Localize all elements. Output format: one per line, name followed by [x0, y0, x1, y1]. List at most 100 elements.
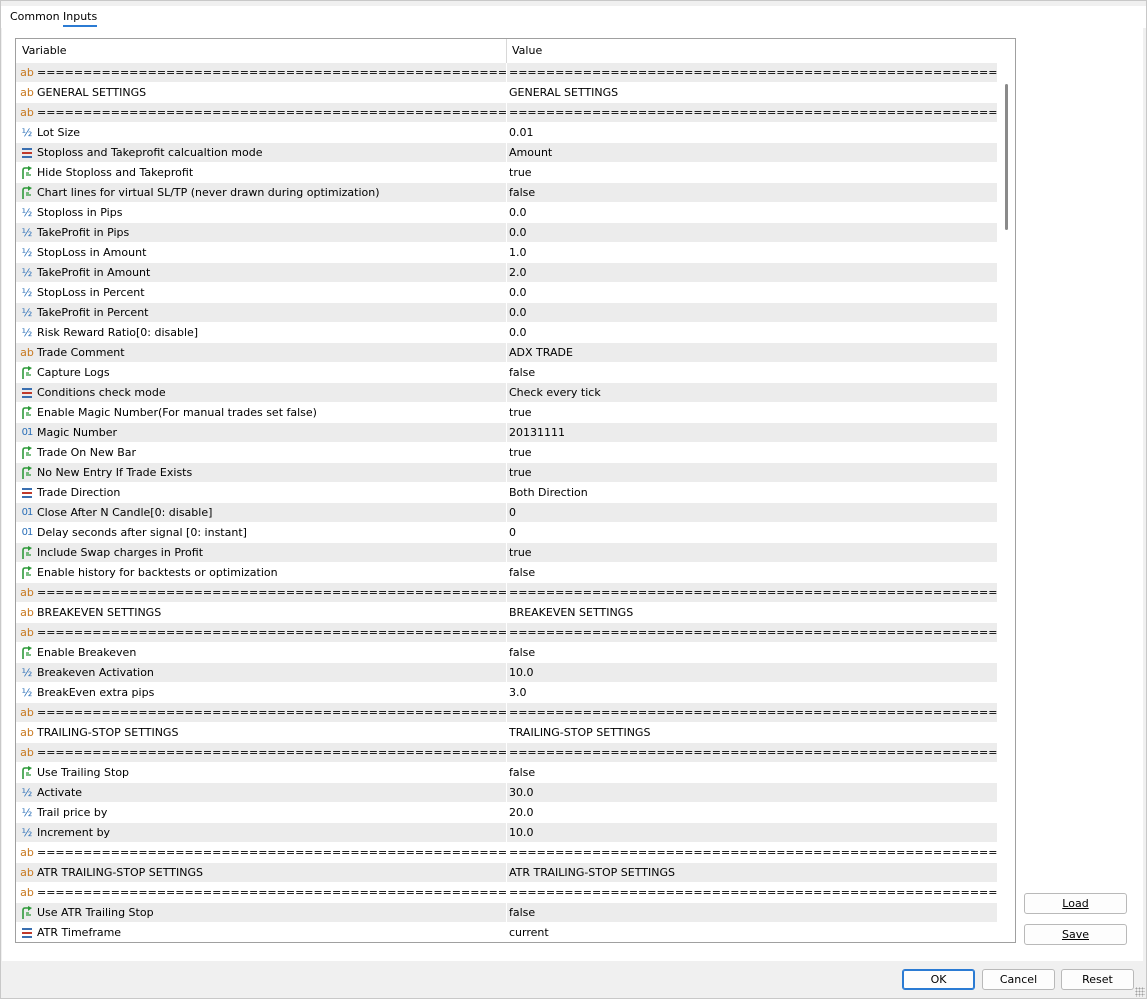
value-cell[interactable]: 30.0	[509, 783, 997, 803]
table-row[interactable]: ab BREAKEVEN SETTINGS BREAKEVEN SETTINGS	[16, 603, 997, 623]
table-row[interactable]: ATR Timeframe current	[16, 923, 997, 942]
table-row[interactable]: Enable Magic Number(For manual trades se…	[16, 403, 997, 423]
table-row[interactable]: ½ Increment by 10.0	[16, 823, 997, 843]
table-row[interactable]: Include Swap charges in Profit true	[16, 543, 997, 563]
table-row[interactable]: ab ======================================…	[16, 63, 997, 83]
table-row[interactable]: ½ Stoploss in Pips 0.0	[16, 203, 997, 223]
table-row[interactable]: Conditions check mode Check every tick	[16, 383, 997, 403]
resize-grip-icon[interactable]	[1135, 987, 1145, 997]
value-cell[interactable]: ========================================…	[509, 583, 997, 603]
variable-cell[interactable]: Trade Direction	[16, 483, 507, 503]
table-row[interactable]: ab ======================================…	[16, 583, 997, 603]
value-cell[interactable]: true	[509, 163, 997, 183]
value-cell[interactable]: ========================================…	[509, 623, 997, 643]
variable-cell[interactable]: ½ Breakeven Activation	[16, 663, 507, 683]
value-cell[interactable]: false	[509, 903, 997, 923]
variable-cell[interactable]: ab ======================================…	[16, 743, 507, 763]
variable-cell[interactable]: ab ======================================…	[16, 103, 507, 123]
table-row[interactable]: Trade Direction Both Direction	[16, 483, 997, 503]
variable-cell[interactable]: Capture Logs	[16, 363, 507, 383]
variable-cell[interactable]: ½ TakeProfit in Amount	[16, 263, 507, 283]
value-cell[interactable]: true	[509, 463, 997, 483]
variable-cell[interactable]: ab ======================================…	[16, 843, 507, 863]
value-cell[interactable]: BREAKEVEN SETTINGS	[509, 603, 997, 623]
table-row[interactable]: ½ Activate 30.0	[16, 783, 997, 803]
variable-cell[interactable]: Stoploss and Takeprofit calcualtion mode	[16, 143, 507, 163]
value-cell[interactable]: 1.0	[509, 243, 997, 263]
variable-cell[interactable]: ab ======================================…	[16, 63, 507, 83]
table-row[interactable]: ab ======================================…	[16, 843, 997, 863]
table-row[interactable]: ½ TakeProfit in Pips 0.0	[16, 223, 997, 243]
value-cell[interactable]: 3.0	[509, 683, 997, 703]
table-row[interactable]: ½ BreakEven extra pips 3.0	[16, 683, 997, 703]
value-cell[interactable]: 0.0	[509, 283, 997, 303]
variable-cell[interactable]: Enable history for backtests or optimiza…	[16, 563, 507, 583]
table-row[interactable]: ab GENERAL SETTINGS GENERAL SETTINGS	[16, 83, 997, 103]
table-row[interactable]: ab ======================================…	[16, 883, 997, 903]
variable-cell[interactable]: Conditions check mode	[16, 383, 507, 403]
value-cell[interactable]: 0.0	[509, 303, 997, 323]
value-cell[interactable]: true	[509, 403, 997, 423]
variable-cell[interactable]: ab BREAKEVEN SETTINGS	[16, 603, 507, 623]
ok-button[interactable]: OK	[902, 969, 975, 990]
vertical-scrollbar[interactable]	[998, 63, 1015, 942]
value-cell[interactable]: ========================================…	[509, 703, 997, 723]
variable-cell[interactable]: Enable Magic Number(For manual trades se…	[16, 403, 507, 423]
variable-cell[interactable]: Use Trailing Stop	[16, 763, 507, 783]
table-row[interactable]: No New Entry If Trade Exists true	[16, 463, 997, 483]
load-button[interactable]: Load	[1024, 893, 1127, 914]
value-cell[interactable]: false	[509, 763, 997, 783]
tab-inputs[interactable]: Inputs	[63, 9, 98, 27]
value-cell[interactable]: false	[509, 563, 997, 583]
variable-cell[interactable]: ab ======================================…	[16, 583, 507, 603]
table-row[interactable]: Chart lines for virtual SL/TP (never dra…	[16, 183, 997, 203]
table-row[interactable]: ab ======================================…	[16, 623, 997, 643]
table-row[interactable]: ab Trade Comment ADX TRADE	[16, 343, 997, 363]
table-row[interactable]: ½ TakeProfit in Percent 0.0	[16, 303, 997, 323]
value-cell[interactable]: 0.0	[509, 323, 997, 343]
variable-cell[interactable]: ab ======================================…	[16, 883, 507, 903]
table-row[interactable]: ½ Breakeven Activation 10.0	[16, 663, 997, 683]
variable-cell[interactable]: Trade On New Bar	[16, 443, 507, 463]
variable-cell[interactable]: ½ TakeProfit in Pips	[16, 223, 507, 243]
value-cell[interactable]: ========================================…	[509, 743, 997, 763]
table-row[interactable]: 01 Delay seconds after signal [0: instant…	[16, 523, 997, 543]
variable-cell[interactable]: ½ StopLoss in Percent	[16, 283, 507, 303]
value-cell[interactable]: 0.0	[509, 203, 997, 223]
variable-cell[interactable]: ab GENERAL SETTINGS	[16, 83, 507, 103]
table-row[interactable]: Use ATR Trailing Stop false	[16, 903, 997, 923]
tab-common[interactable]: Common	[10, 9, 60, 27]
value-cell[interactable]: ========================================…	[509, 63, 997, 83]
variable-cell[interactable]: ATR Timeframe	[16, 923, 507, 942]
variable-cell[interactable]: Use ATR Trailing Stop	[16, 903, 507, 923]
variable-cell[interactable]: ab ======================================…	[16, 623, 507, 643]
variable-cell[interactable]: Enable Breakeven	[16, 643, 507, 663]
value-cell[interactable]: GENERAL SETTINGS	[509, 83, 997, 103]
value-cell[interactable]: ADX TRADE	[509, 343, 997, 363]
table-row[interactable]: ab ATR TRAILING-STOP SETTINGS ATR TRAILING…	[16, 863, 997, 883]
value-cell[interactable]: 20131111	[509, 423, 997, 443]
variable-cell[interactable]: ab ATR TRAILING-STOP SETTINGS	[16, 863, 507, 883]
variable-cell[interactable]: 01 Magic Number	[16, 423, 507, 443]
table-row[interactable]: ab ======================================…	[16, 743, 997, 763]
cancel-button[interactable]: Cancel	[982, 969, 1055, 990]
value-cell[interactable]: TRAILING-STOP SETTINGS	[509, 723, 997, 743]
table-row[interactable]: 01 Magic Number 20131111	[16, 423, 997, 443]
scrollbar-thumb[interactable]	[1005, 84, 1008, 230]
value-cell[interactable]: ========================================…	[509, 843, 997, 863]
value-cell[interactable]: true	[509, 443, 997, 463]
variable-cell[interactable]: ½ StopLoss in Amount	[16, 243, 507, 263]
variable-cell[interactable]: ½ Trail price by	[16, 803, 507, 823]
variable-cell[interactable]: Include Swap charges in Profit	[16, 543, 507, 563]
variable-cell[interactable]: No New Entry If Trade Exists	[16, 463, 507, 483]
variable-cell[interactable]: ab Trade Comment	[16, 343, 507, 363]
column-header-value[interactable]: Value	[507, 39, 997, 63]
value-cell[interactable]: 0.01	[509, 123, 997, 143]
value-cell[interactable]: 2.0	[509, 263, 997, 283]
table-row[interactable]: ½ StopLoss in Percent 0.0	[16, 283, 997, 303]
value-cell[interactable]: 10.0	[509, 823, 997, 843]
variable-cell[interactable]: Hide Stoploss and Takeprofit	[16, 163, 507, 183]
value-cell[interactable]: true	[509, 543, 997, 563]
variable-cell[interactable]: ab ======================================…	[16, 703, 507, 723]
value-cell[interactable]: Amount	[509, 143, 997, 163]
